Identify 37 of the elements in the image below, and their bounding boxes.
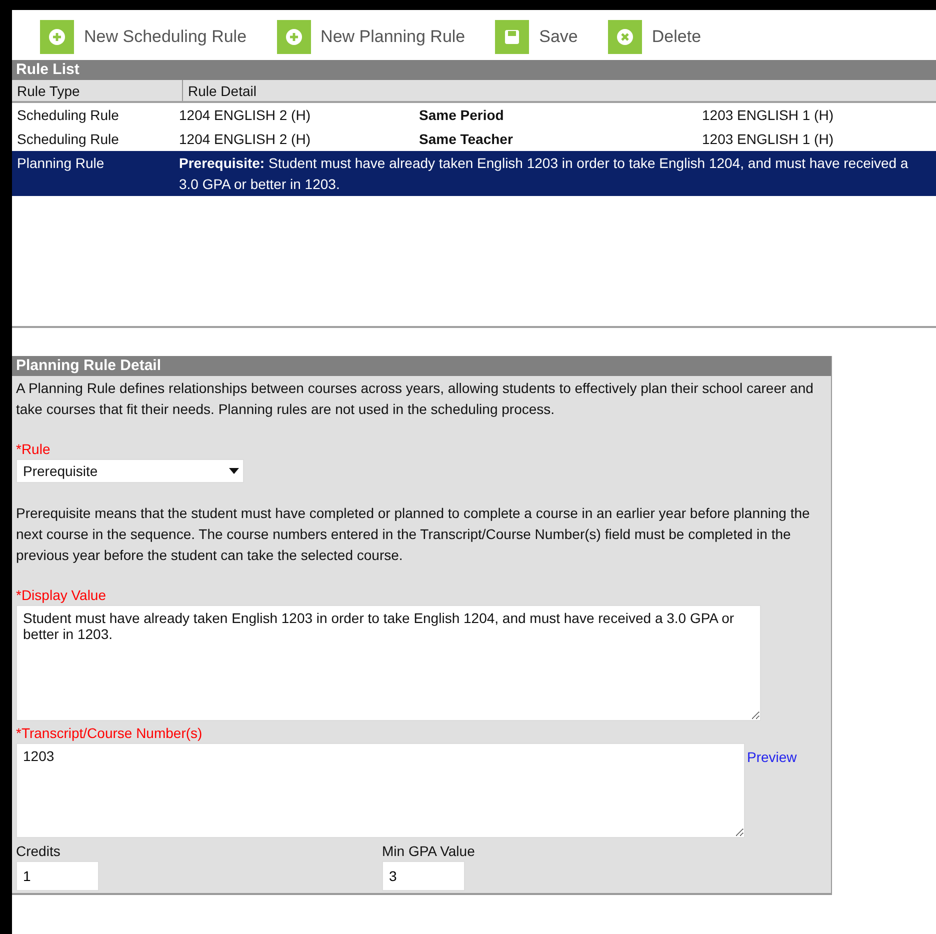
rule-relation: Same Period	[418, 106, 505, 125]
rule-row[interactable]: Planning Rule Prerequisite: Student must have already taken English 1203 in order to take English 1204, and must have received a 3.0 GPA or better in 1203.	[12, 151, 936, 196]
field-label: *Display Value	[16, 586, 108, 605]
field-label: *Rule	[16, 440, 52, 459]
toolbar-button[interactable]: New Planning Rule	[276, 20, 466, 54]
section-title: Planning Rule Detail	[12, 356, 831, 376]
rule-type: Planning Rule	[16, 154, 106, 173]
course-name: 1204 ENGLISH 2 (H)	[178, 130, 312, 149]
display-value-field[interactable]: Student must have already taken English 1203 in order to take English 1204, and must have received a 3.0 GPA or better in 1203.	[16, 605, 761, 721]
toolbar-button[interactable]: Save	[495, 20, 578, 54]
description-text: A Planning Rule defines relationships between courses across years, allowing students to effectively plan their school career and take courses that fit their needs. Planning rules are not used in the scheduling process.	[16, 379, 814, 419]
field-label: Credits	[16, 842, 62, 861]
credits-field[interactable]: 1	[16, 861, 99, 891]
min-gpa-field[interactable]: 3	[382, 861, 465, 891]
preview-link[interactable]: Preview	[747, 749, 797, 838]
rule-type: Scheduling Rule	[16, 130, 120, 149]
rule-relation: Same Teacher	[418, 130, 514, 149]
column-header: Rule Detail	[187, 82, 258, 100]
field-label: Min GPA Value	[382, 842, 475, 861]
close-icon	[616, 28, 634, 46]
course-name: 1203 ENGLISH 1 (H)	[701, 106, 834, 125]
course-name: 1204 ENGLISH 2 (H)	[178, 106, 312, 125]
course-name: 1203 ENGLISH 1 (H)	[701, 130, 834, 149]
toolbar-button[interactable]: New Scheduling Rule	[40, 20, 247, 54]
plus-icon	[284, 28, 303, 46]
course-numbers-field[interactable]: 1203	[16, 743, 745, 838]
caret-icon	[229, 468, 239, 474]
rule-detail: Prerequisite: Student must have already taken English 1203 in order to take English 1204, and must have received a 3.0 GPA or better in 1203.	[178, 154, 910, 194]
section-title: Rule List	[12, 60, 936, 80]
rule-dropdown[interactable]: Prerequisite	[16, 459, 244, 483]
help-text: Prerequisite means that the student must have completed or planned to complete a course in an earlier year before planning the next course in the sequence. The course numbers entered in the Transcript/Course Number(s) field must be completed in the previous year before the student can take the selected course.	[16, 504, 811, 565]
rule-type: Scheduling Rule	[16, 106, 120, 125]
column-header: Rule Type	[12, 80, 183, 101]
toolbar-button[interactable]: Delete	[608, 20, 702, 54]
plus-icon	[48, 28, 66, 46]
save-icon	[503, 28, 522, 46]
field-label: *Transcript/Course Number(s)	[16, 724, 204, 743]
